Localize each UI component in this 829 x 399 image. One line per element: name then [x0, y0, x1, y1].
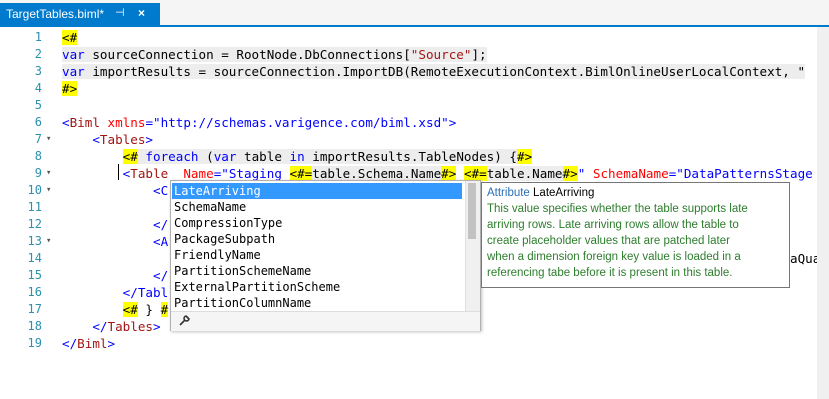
- code-line-7: <Tables>: [62, 132, 154, 147]
- tooltip-description-line: This value specifies whether the table s…: [487, 203, 748, 215]
- line-number: 16: [27, 285, 42, 299]
- line-number: 1: [34, 30, 42, 44]
- completion-list[interactable]: LateArriving SchemaName CompressionType …: [170, 180, 481, 331]
- code-line-10: <C: [62, 183, 169, 198]
- tooltip-description-line: referencing tabe before it is present in…: [487, 267, 733, 279]
- text-cursor: [118, 164, 119, 180]
- line-number: 17: [27, 302, 42, 316]
- collapse-icon[interactable]: ▾: [46, 131, 51, 148]
- tooltip-header: Attribute LateArriving: [487, 185, 594, 201]
- line-number: 6: [34, 115, 42, 129]
- line-number: 15: [27, 268, 42, 282]
- collapse-icon[interactable]: ▾: [46, 165, 51, 182]
- wrench-icon[interactable]: [179, 314, 191, 329]
- line-number: 8: [34, 149, 42, 163]
- pin-icon[interactable]: ⊣: [115, 6, 125, 19]
- vertical-scrollbar[interactable]: [817, 27, 829, 399]
- completion-item[interactable]: ExternalPartitionScheme: [174, 279, 462, 295]
- code-line-19: </Biml>: [62, 336, 116, 351]
- line-number: 2: [34, 47, 42, 61]
- attribute-tooltip: Attribute LateArriving This value specif…: [481, 182, 790, 288]
- completion-scroll-thumb[interactable]: [468, 183, 476, 239]
- line-number: 11: [27, 200, 42, 214]
- code-line-18: </Tables>: [62, 319, 161, 334]
- document-tab-targettables[interactable]: TargetTables.biml* ⊣ ×: [0, 3, 160, 25]
- line-number: 10: [27, 183, 42, 197]
- tooltip-kind: Attribute: [487, 187, 530, 199]
- code-line-4: #>: [62, 81, 78, 96]
- completion-item[interactable]: SchemaName: [174, 199, 462, 215]
- completion-item[interactable]: PackageSubpath: [174, 231, 462, 247]
- line-number: 12: [27, 217, 42, 231]
- code-line-17: <# } #: [122, 302, 169, 317]
- line-number: 19: [27, 336, 42, 350]
- code-line-15: </: [62, 268, 169, 283]
- completion-item[interactable]: PartitionSchemeName: [174, 263, 462, 279]
- code-line-1: <#: [62, 30, 78, 45]
- code-line-12: </: [62, 217, 169, 232]
- code-line-14-tail: aQua: [790, 251, 817, 266]
- line-number: 4: [34, 81, 42, 95]
- line-number-gutter: 1 2 3 4 5 6 7 8 9 10 11 12 13 14 15 16 1…: [0, 27, 56, 399]
- tooltip-description-line: arriving rows. Late arriving rows allow …: [487, 219, 739, 231]
- collapse-icon[interactable]: ▾: [46, 182, 51, 199]
- completion-item[interactable]: CompressionType: [174, 215, 462, 231]
- code-line-13: <A: [62, 234, 169, 249]
- code-line-16: </Tabl: [62, 285, 169, 300]
- code-line-3: var importResults = sourceConnection.Imp…: [62, 64, 806, 79]
- tooltip-description-line: create placeholder values that are patch…: [487, 235, 730, 247]
- completion-item-selected[interactable]: LateArriving: [172, 183, 462, 199]
- tooltip-description-line: when a dimension foreign key value is lo…: [487, 251, 741, 263]
- tab-strip: TargetTables.biml* ⊣ ×: [0, 0, 829, 25]
- completion-item[interactable]: FriendlyName: [174, 247, 462, 263]
- code-line-8: <# foreach (var table in importResults.T…: [122, 149, 533, 164]
- collapse-icon[interactable]: ▾: [46, 233, 51, 250]
- code-line-6: <Biml xmlns="http://schemas.varigence.co…: [62, 115, 457, 130]
- completion-footer: [171, 311, 480, 331]
- tab-title: TargetTables.biml*: [6, 7, 105, 21]
- code-line-2: var sourceConnection = RootNode.DbConnec…: [62, 47, 487, 62]
- line-number: 5: [34, 98, 42, 112]
- line-number: 3: [34, 64, 42, 78]
- completion-item[interactable]: PartitionColumnName: [174, 295, 462, 311]
- line-number: 7: [34, 132, 42, 146]
- line-number: 13: [27, 234, 42, 248]
- line-number: 18: [27, 319, 42, 333]
- close-icon[interactable]: ×: [138, 6, 145, 20]
- line-number: 14: [27, 251, 42, 265]
- tooltip-name: LateArriving: [533, 187, 595, 199]
